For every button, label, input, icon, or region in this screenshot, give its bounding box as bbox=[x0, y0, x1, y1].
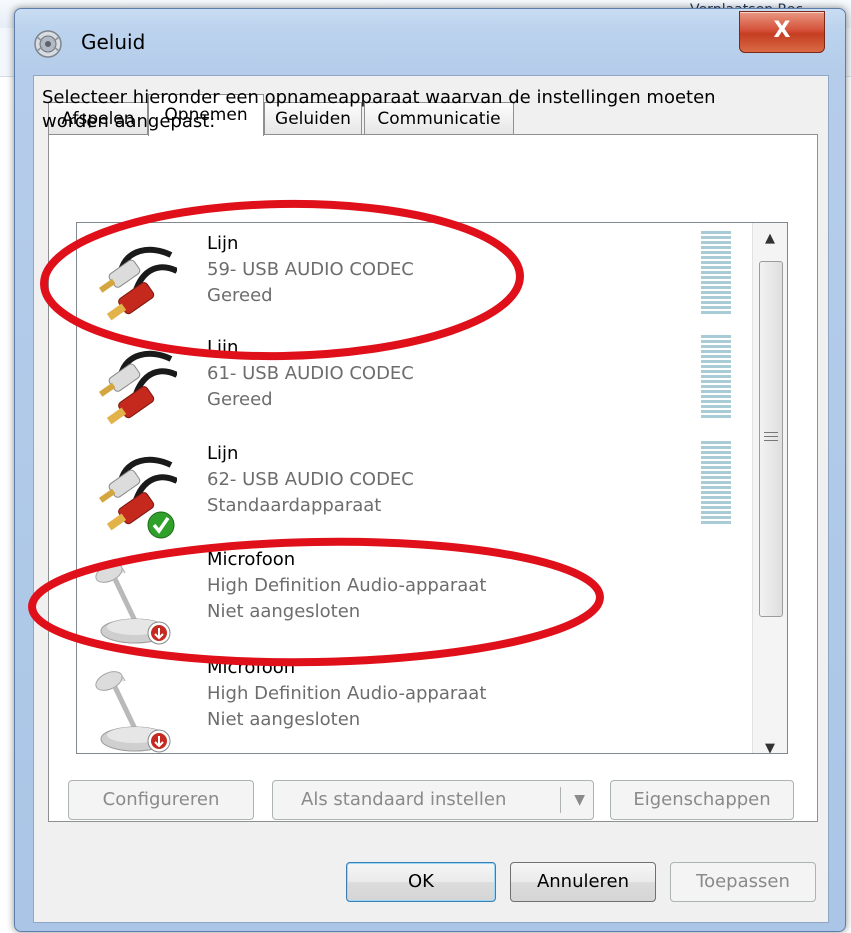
vertical-scrollbar[interactable]: ▲ ▼ bbox=[752, 223, 787, 753]
properties-button[interactable]: Eigenschappen bbox=[610, 780, 794, 820]
device-description: High Definition Audio-apparaat bbox=[207, 683, 487, 704]
device-name: Microfoon bbox=[207, 549, 296, 570]
scroll-down-arrow-icon[interactable]: ▼ bbox=[753, 733, 787, 753]
split-divider bbox=[560, 787, 561, 813]
unplugged-icon bbox=[147, 621, 171, 645]
apply-button[interactable]: Toepassen bbox=[670, 862, 816, 902]
scroll-thumb[interactable] bbox=[759, 261, 783, 617]
list-item[interactable]: Microfoon High Definition Audio-apparaat… bbox=[77, 651, 751, 753]
list-item[interactable]: Lijn 61- USB AUDIO CODEC Gereed bbox=[77, 331, 751, 439]
device-status: Gereed bbox=[207, 285, 273, 306]
set-default-split-button[interactable]: Als standaard instellen ▼ bbox=[272, 780, 594, 820]
title-bar[interactable]: Geluid X bbox=[15, 9, 845, 75]
device-description: 61- USB AUDIO CODEC bbox=[207, 363, 414, 384]
set-default-label: Als standaard instellen bbox=[301, 789, 507, 810]
cancel-button[interactable]: Annuleren bbox=[510, 862, 656, 902]
configure-button[interactable]: Configureren bbox=[68, 780, 254, 820]
microphone-icon bbox=[95, 563, 171, 645]
device-name: Microfoon bbox=[207, 657, 296, 678]
rca-cable-icon bbox=[98, 246, 177, 321]
close-button[interactable]: X bbox=[739, 11, 825, 53]
device-status: Standaardapparaat bbox=[207, 495, 382, 516]
unplugged-icon bbox=[147, 729, 171, 753]
device-description: High Definition Audio-apparaat bbox=[207, 575, 487, 596]
device-status: Gereed bbox=[207, 389, 273, 410]
device-status: Niet aangesloten bbox=[207, 709, 361, 730]
device-name: Lijn bbox=[207, 443, 239, 464]
level-meter bbox=[701, 335, 731, 419]
rca-cable-icon bbox=[98, 350, 177, 425]
rca-cable-icon bbox=[98, 456, 177, 539]
recording-device-list[interactable]: Lijn 59- USB AUDIO CODEC Gereed Lijn 61-… bbox=[76, 222, 788, 754]
default-checkmark-icon bbox=[147, 511, 175, 539]
window-title: Geluid bbox=[81, 30, 146, 54]
list-item[interactable]: Microfoon High Definition Audio-apparaat… bbox=[77, 543, 751, 651]
grip-icon bbox=[764, 432, 778, 444]
device-description: 62- USB AUDIO CODEC bbox=[207, 469, 414, 490]
level-meter bbox=[701, 441, 731, 525]
scroll-up-arrow-icon[interactable]: ▲ bbox=[753, 223, 787, 255]
list-item[interactable]: Lijn 62- USB AUDIO CODEC Standaardappara… bbox=[77, 437, 751, 545]
device-name: Lijn bbox=[207, 233, 239, 254]
list-item[interactable]: Lijn 59- USB AUDIO CODEC Gereed bbox=[77, 227, 751, 335]
device-description: 59- USB AUDIO CODEC bbox=[207, 259, 414, 280]
level-meter bbox=[701, 231, 731, 315]
ok-button[interactable]: OK bbox=[346, 862, 496, 902]
instruction-text: Selecteer hieronder een opnameapparaat w… bbox=[42, 87, 716, 132]
speaker-icon bbox=[34, 30, 62, 58]
dropdown-arrow-icon[interactable]: ▼ bbox=[574, 781, 585, 819]
device-name: Lijn bbox=[207, 337, 239, 358]
microphone-icon bbox=[95, 671, 171, 753]
device-status: Niet aangesloten bbox=[207, 601, 361, 622]
